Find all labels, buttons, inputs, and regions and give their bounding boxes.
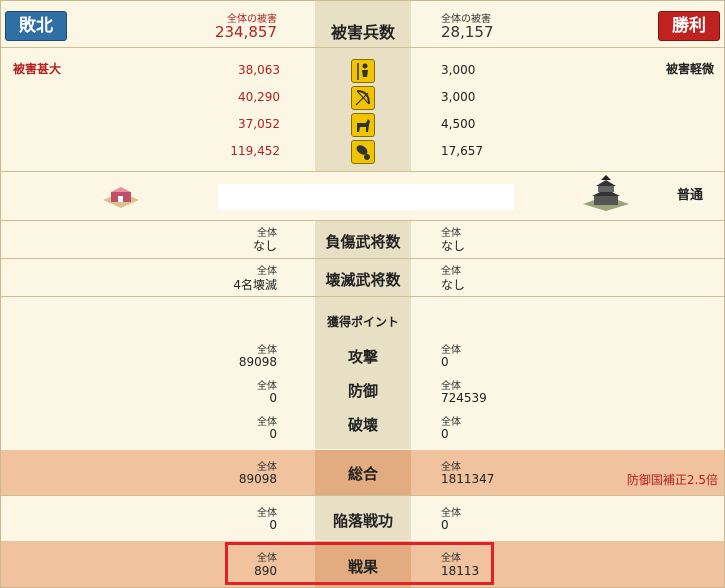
- attack-right-small: 全体: [441, 345, 461, 356]
- left-loss-bow: 40,290: [238, 90, 280, 104]
- attack-right-value: 0: [441, 355, 449, 369]
- result-highlight-box: [225, 542, 494, 585]
- defeat-badge: 敗北: [5, 11, 67, 41]
- left-total-value: 234,857: [214, 23, 277, 41]
- total-right-value: 1811347: [441, 472, 495, 486]
- blank-field: [218, 184, 514, 210]
- right-loss-bow: 3,000: [441, 90, 476, 104]
- left-loss-spear: 38,063: [238, 63, 280, 77]
- fall-right-small: 全体: [441, 508, 461, 519]
- injured-label: 負傷武将数: [325, 233, 401, 251]
- divider: [1, 220, 724, 221]
- fall-left-value: 0: [269, 518, 277, 532]
- points-title: 獲得ポイント: [326, 315, 399, 329]
- total-left-small: 全体: [257, 462, 277, 473]
- bow-icon: [351, 86, 375, 110]
- battle-report: 敗北 勝利 全体の被害 234,857 被害兵数 全体の被害 28,157 被害…: [0, 0, 725, 588]
- left-loss-horse: 37,052: [238, 117, 280, 131]
- total-left-value: 89098: [238, 472, 277, 486]
- village-icon: [101, 184, 141, 210]
- defense-left-value: 0: [269, 391, 277, 405]
- divider: [1, 258, 724, 259]
- defense-label: 防御: [347, 382, 378, 400]
- divider: [1, 171, 724, 172]
- divider: [1, 296, 724, 297]
- destruction-left-small: 全体: [257, 417, 277, 428]
- destroyed-left-small: 全体: [257, 266, 277, 277]
- defense-bonus-note: 防御国補正2.5倍: [626, 473, 718, 487]
- horse-icon: [351, 113, 375, 137]
- spear-soldier-icon: [351, 59, 375, 83]
- attack-left-value: 89098: [238, 355, 277, 369]
- attack-label: 攻撃: [347, 348, 378, 366]
- fall-right-value: 0: [441, 518, 449, 532]
- destruction-left-value: 0: [269, 427, 277, 441]
- destroyed-left-value: 4名壊滅: [233, 278, 277, 292]
- injured-left-value: なし: [252, 239, 277, 253]
- defense-right-value: 724539: [441, 391, 487, 405]
- defense-left-small: 全体: [257, 381, 277, 392]
- right-total-value: 28,157: [441, 23, 494, 41]
- right-location-label: 普通: [677, 188, 704, 203]
- destruction-label: 破壊: [347, 416, 378, 434]
- total-label: 総合: [347, 465, 378, 483]
- destroyed-label: 壊滅武将数: [325, 271, 401, 289]
- total-right-small: 全体: [441, 462, 461, 473]
- divider: [1, 47, 724, 48]
- destruction-right-value: 0: [441, 427, 449, 441]
- castle-icon: [581, 174, 631, 212]
- right-loss-spear: 3,000: [441, 63, 476, 77]
- destruction-right-small: 全体: [441, 417, 461, 428]
- victory-badge: 勝利: [658, 11, 720, 41]
- damage-title: 被害兵数: [330, 23, 395, 42]
- defense-right-small: 全体: [441, 381, 461, 392]
- siege-weapon-icon: [351, 140, 375, 164]
- right-loss-horse: 4,500: [441, 117, 476, 131]
- divider: [1, 495, 724, 496]
- attack-left-small: 全体: [257, 345, 277, 356]
- left-status: 被害甚大: [13, 62, 62, 76]
- destroyed-right-small: 全体: [441, 266, 461, 277]
- injured-right-value: なし: [441, 239, 466, 253]
- destroyed-right-value: なし: [441, 278, 466, 292]
- left-loss-siege: 119,452: [230, 144, 280, 158]
- fall-label: 陥落戦功: [332, 512, 393, 530]
- right-loss-siege: 17,657: [441, 144, 483, 158]
- right-status: 被害軽微: [665, 62, 714, 76]
- fall-left-small: 全体: [257, 508, 277, 519]
